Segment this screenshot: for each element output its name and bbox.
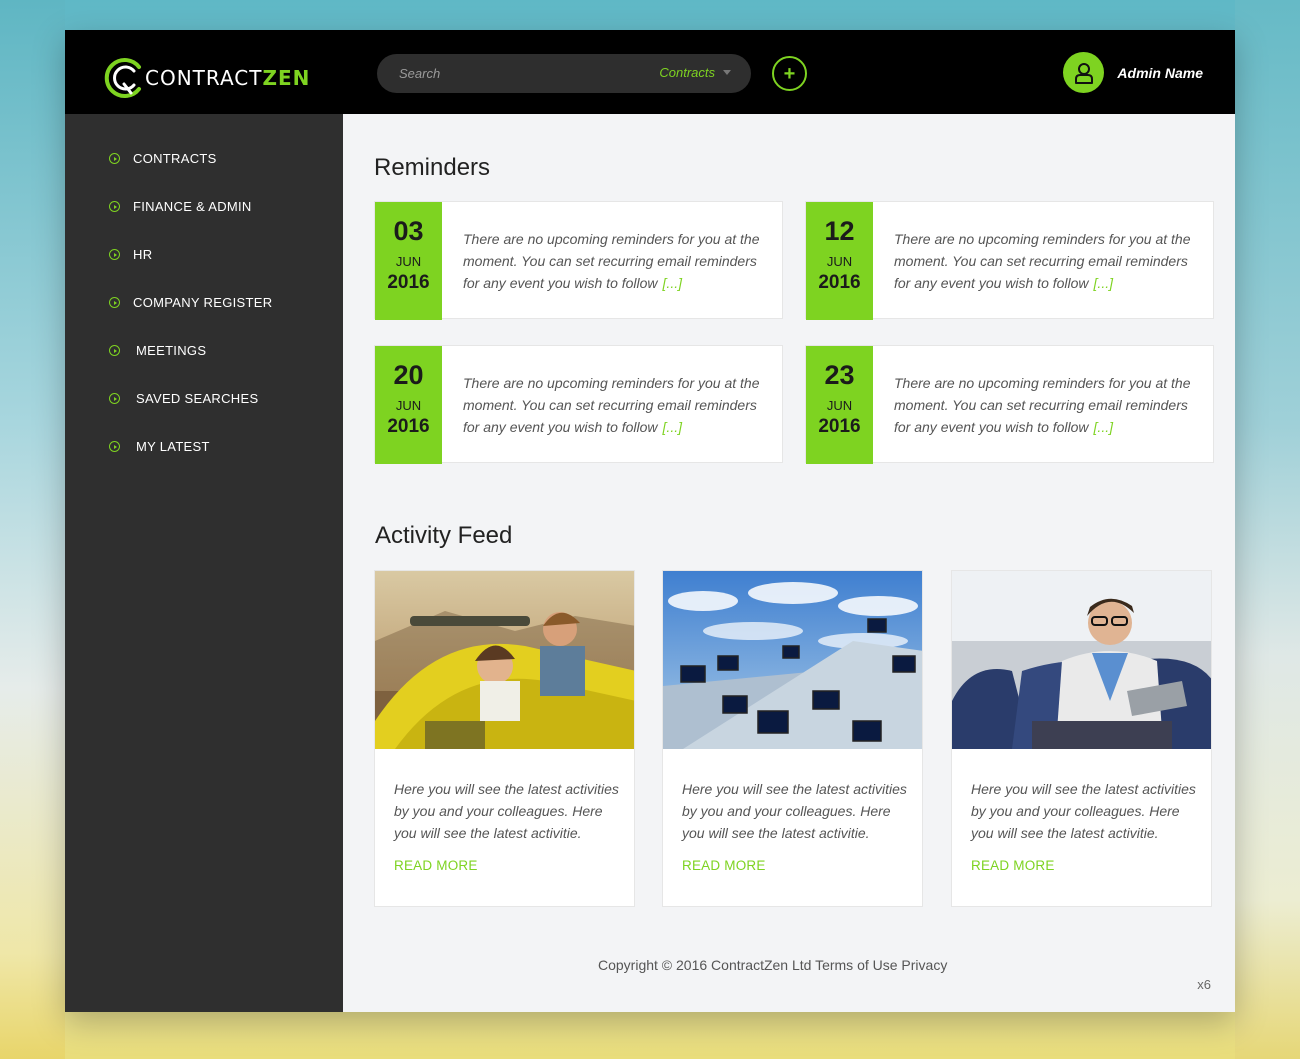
activity-image-laptops	[663, 571, 922, 749]
date-day: 12	[824, 216, 855, 246]
sidebar-item-label: MEETINGS	[136, 343, 207, 358]
date-month: JUN	[395, 398, 422, 413]
sidebar-item-contracts[interactable]: CONTRACTS	[109, 151, 217, 166]
date-badge: 03 JUN 2016	[375, 202, 442, 320]
search-bar: Contracts	[377, 54, 751, 93]
sidebar-item-finance-admin[interactable]: FINANCE & ADMIN	[109, 199, 252, 214]
user-icon	[1074, 62, 1093, 84]
logo-suffix: ZEN	[262, 66, 311, 90]
reminder-body: There are no upcoming reminders for you …	[894, 375, 1191, 435]
reminder-body: There are no upcoming reminders for you …	[894, 231, 1191, 291]
arrow-circle-icon	[109, 249, 120, 260]
reminder-more-link[interactable]: [...]	[663, 419, 682, 435]
activity-image-man-tablet	[952, 571, 1211, 749]
reminders-title: Reminders	[374, 154, 491, 181]
reminder-text: There are no upcoming reminders for you …	[463, 228, 768, 294]
reminder-text: There are no upcoming reminders for you …	[894, 228, 1199, 294]
date-month: JUN	[395, 254, 422, 269]
sidebar-item-label: COMPANY REGISTER	[133, 295, 273, 310]
search-input[interactable]	[399, 66, 639, 81]
background-left	[0, 0, 65, 1059]
reminder-card[interactable]: 20 JUN 2016 There are no upcoming remind…	[374, 345, 783, 464]
chevron-down-icon	[723, 70, 731, 75]
activity-text: Here you will see the latest activities …	[394, 781, 619, 841]
avatar	[1063, 52, 1105, 93]
reminder-card[interactable]: 03 JUN 2016 There are no upcoming remind…	[374, 201, 783, 320]
reminder-more-link[interactable]: [...]	[663, 275, 682, 291]
main-content: Reminders 03 JUN 2016 There are no upcom…	[343, 114, 1235, 1012]
sidebar-item-label: SAVED SEARCHES	[136, 391, 259, 406]
reminder-text: There are no upcoming reminders for you …	[463, 372, 768, 438]
activity-card[interactable]: Here you will see the latest activities …	[374, 570, 635, 907]
activity-card[interactable]: Here you will see the latest activities …	[662, 570, 923, 907]
date-badge: 23 JUN 2016	[806, 346, 873, 464]
sidebar-item-my-latest[interactable]: MY LATEST	[109, 439, 210, 454]
reminder-body: There are no upcoming reminders for you …	[463, 375, 760, 435]
activity-card[interactable]: Here you will see the latest activities …	[951, 570, 1212, 907]
read-more-link[interactable]: READ MORE	[971, 858, 1055, 873]
background-right	[1235, 0, 1300, 1059]
arrow-circle-icon	[109, 393, 120, 404]
sidebar-item-label: MY LATEST	[136, 439, 210, 454]
date-year: 2016	[387, 416, 430, 437]
app-window: CONTRACTZEN Contracts + Admin Name	[65, 30, 1235, 1012]
activity-text: Here you will see the latest activities …	[682, 781, 907, 841]
date-year: 2016	[818, 272, 861, 293]
activity-feed-title: Activity Feed	[375, 522, 513, 549]
logo-text: CONTRACTZEN	[145, 66, 310, 90]
date-badge: 12 JUN 2016	[806, 202, 873, 320]
date-badge: 20 JUN 2016	[375, 346, 442, 464]
date-month: JUN	[826, 398, 853, 413]
date-year: 2016	[818, 416, 861, 437]
user-menu[interactable]: Admin Name	[1063, 52, 1203, 93]
arrow-circle-icon	[109, 201, 120, 212]
logo[interactable]: CONTRACTZEN	[101, 54, 310, 102]
sidebar-item-saved-searches[interactable]: SAVED SEARCHES	[109, 391, 258, 406]
sidebar: CONTRACTS FINANCE & ADMIN HR COMPANY REG…	[65, 114, 343, 1012]
sidebar-item-label: FINANCE & ADMIN	[133, 199, 252, 214]
footer-copyright: Copyright © 2016 ContractZen Ltd Terms o…	[598, 957, 948, 973]
search-scope-select[interactable]: Contracts	[659, 65, 731, 80]
arrow-circle-icon	[109, 153, 120, 164]
read-more-link[interactable]: READ MORE	[394, 858, 478, 873]
date-day: 23	[824, 360, 855, 390]
search-scope-label: Contracts	[659, 65, 715, 80]
logo-prefix: CONTRACT	[145, 66, 263, 90]
sidebar-item-company-register[interactable]: COMPANY REGISTER	[109, 295, 272, 310]
version-label: x6	[1197, 977, 1211, 992]
reminder-more-link[interactable]: [...]	[1094, 275, 1113, 291]
arrow-circle-icon	[109, 441, 120, 452]
user-name: Admin Name	[1117, 64, 1203, 81]
sidebar-item-hr[interactable]: HR	[109, 247, 152, 262]
top-bar: CONTRACTZEN Contracts + Admin Name	[65, 30, 1235, 114]
activity-text: Here you will see the latest activities …	[971, 781, 1196, 841]
plus-icon: +	[783, 62, 796, 85]
logo-mark-icon	[104, 58, 141, 98]
arrow-circle-icon	[109, 345, 120, 356]
add-button[interactable]: +	[772, 56, 807, 91]
read-more-link[interactable]: READ MORE	[682, 858, 766, 873]
reminder-card[interactable]: 23 JUN 2016 There are no upcoming remind…	[805, 345, 1214, 464]
sidebar-item-meetings[interactable]: MEETINGS	[109, 343, 206, 358]
sidebar-item-label: CONTRACTS	[133, 151, 217, 166]
reminder-text: There are no upcoming reminders for you …	[894, 372, 1199, 438]
sidebar-item-label: HR	[133, 247, 153, 262]
reminder-body: There are no upcoming reminders for you …	[463, 231, 760, 291]
arrow-circle-icon	[109, 297, 120, 308]
date-day: 20	[393, 360, 424, 390]
reminder-more-link[interactable]: [...]	[1094, 419, 1113, 435]
reminder-card[interactable]: 12 JUN 2016 There are no upcoming remind…	[805, 201, 1214, 320]
date-year: 2016	[387, 272, 430, 293]
date-day: 03	[393, 216, 424, 246]
activity-image-car	[375, 571, 634, 749]
date-month: JUN	[826, 254, 853, 269]
